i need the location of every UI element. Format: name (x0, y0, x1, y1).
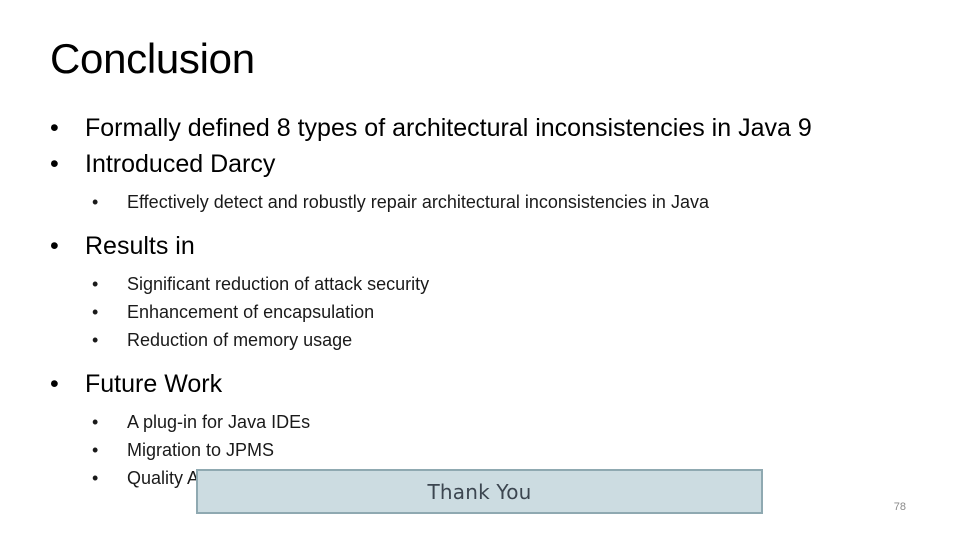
bullet-item-formally-defined: • Formally defined 8 types of architectu… (50, 110, 930, 146)
sub-bullet-item-enhancement-encapsulation: • Enhancement of encapsulation (92, 298, 930, 326)
bullet-glyph-icon: • (92, 302, 99, 322)
sub-bullet-item-significant-reduction: • Significant reduction of attack securi… (92, 270, 930, 298)
sub-bullet-text: Enhancement of encapsulation (127, 302, 375, 322)
bullet-text: Results in (85, 232, 195, 260)
page-title: Conclusion (50, 35, 255, 82)
bullet-glyph-icon: • (92, 468, 99, 488)
sub-bullet-item-reduction-memory: • Reduction of memory usage (92, 326, 930, 354)
bullet-text: Future Work (85, 370, 223, 398)
sub-bullet-text: A plug-in for Java IDEs (127, 412, 311, 432)
sub-bullet-text: Effectively detect and robustly repair a… (127, 192, 709, 212)
bullet-text: Formally defined 8 types of architectura… (85, 114, 812, 142)
sub-bullet-item-migration-jpms: • Migration to JPMS (92, 436, 930, 464)
bullet-item-results-in: • Results in (50, 228, 930, 264)
bullet-glyph-icon: • (92, 330, 99, 350)
bullet-glyph-icon: • (92, 440, 99, 460)
sub-bullet-text: Reduction of memory usage (127, 330, 353, 350)
bullet-glyph-icon: • (50, 114, 59, 142)
thank-you-label: Thank You (427, 479, 532, 504)
slide-page-number: 78 (893, 501, 906, 513)
bullet-item-future-work: • Future Work (50, 366, 930, 402)
bullet-item-introduced-darcy: • Introduced Darcy (50, 146, 930, 182)
bullet-glyph-icon: • (50, 150, 59, 178)
bullet-glyph-icon: • (92, 192, 99, 212)
bullet-glyph-icon: • (50, 232, 59, 260)
sub-bullet-text: Significant reduction of attack security (127, 274, 430, 294)
sub-bullet-item-effectively-detect: • Effectively detect and robustly repair… (92, 188, 930, 216)
bullet-glyph-icon: • (92, 274, 99, 294)
sub-bullet-item-plugin-java-ides: • A plug-in for Java IDEs (92, 408, 930, 436)
slide-canvas: Conclusion • Formally defined 8 types of… (0, 0, 960, 540)
sub-bullet-text: Migration to JPMS (127, 440, 275, 460)
thank-you-banner: Thank You (196, 469, 763, 514)
bullet-glyph-icon: • (92, 412, 99, 432)
slide-body-content: • Formally defined 8 types of architectu… (50, 110, 930, 492)
bullet-glyph-icon: • (50, 370, 59, 398)
bullet-text: Introduced Darcy (85, 150, 276, 178)
